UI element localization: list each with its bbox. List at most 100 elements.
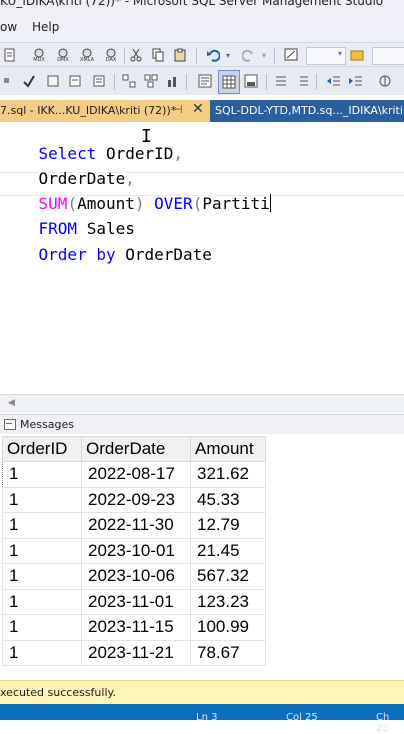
grid-cell[interactable]: 321.62 [190,461,266,488]
grid-cell[interactable]: 1 [2,486,82,513]
grid-cell[interactable]: 2023-10-06 [81,563,191,590]
sql-editor-toolbar [0,66,404,95]
redo-icon[interactable] [240,46,258,64]
paste-icon[interactable] [172,46,188,64]
undo-dropdown-icon[interactable]: ▾ [224,46,232,64]
tab-label: SQL-DDL-YTD,MTD.sq..._IDIKA\kriti ( [215,104,404,117]
grid-cell[interactable]: 2023-11-21 [81,639,191,666]
intellisense-icon[interactable] [120,72,138,90]
grid-cell[interactable]: 2022-09-23 [81,486,191,513]
code-token: Order by [38,245,116,264]
text-caret [269,194,271,212]
menu-bar: ow Help [0,12,404,42]
tab-messages-label: Messages [20,418,74,431]
table-row: 1 2022-09-23 45.33 [2,486,266,513]
tab-label: 7.sql - IKK...KU_IDIKA\kriti (72))* [0,104,177,117]
dmx-icon[interactable]: DMX [52,45,74,65]
redo-dropdown-icon[interactable]: ▾ [260,46,268,64]
mdx-icon[interactable]: MDX [28,45,50,65]
grid-cell[interactable]: 78.67 [190,639,266,666]
grip-icon [2,72,12,90]
results-to-text-icon[interactable] [196,72,214,90]
close-icon[interactable]: ✕ [192,101,204,117]
table-row: 1 2023-11-21 78.67 [2,639,266,666]
tab-active-query[interactable]: 7.sql - IKK...KU_IDIKA\kriti (72))* ⊣ ✕ [0,100,210,122]
grid-cell[interactable]: 21.45 [190,537,266,564]
table-row: 1 2022-08-17 321.62 [2,461,266,488]
menu-help[interactable]: Help [32,20,59,34]
object-explorer-icon[interactable] [282,46,300,64]
column-header-orderdate[interactable]: OrderDate [81,436,191,462]
query-options-icon[interactable] [90,72,108,90]
find-input[interactable] [372,47,404,65]
pin-icon[interactable]: ⊣ [173,103,183,116]
scroll-left-icon[interactable]: ◀ [8,398,15,408]
text-cursor-icon: I [141,126,152,147]
dax-icon[interactable]: DAX [100,45,122,65]
results-grid[interactable]: OrderID OrderDate Amount 1 2022-08-17 32… [0,434,404,680]
grid-cell[interactable]: 123.23 [190,588,266,615]
grid-cell[interactable]: 2023-11-01 [81,588,191,615]
toolbar-separator [114,74,115,90]
grid-cell[interactable]: 1 [2,537,82,564]
code-token: OrderDate [115,245,212,264]
decrease-indent-icon[interactable] [324,72,342,90]
increase-indent-icon[interactable] [346,72,364,90]
grid-cell[interactable]: 567.32 [190,563,266,590]
parse-icon[interactable] [20,72,38,90]
toolbar-dropdown[interactable]: ▾ [306,47,346,65]
results-to-file-icon[interactable] [242,72,260,90]
copy-icon[interactable] [150,46,166,64]
code-token: ( [192,194,203,213]
stop-icon[interactable] [44,72,62,90]
grid-cell[interactable]: 1 [2,461,82,488]
grid-cell[interactable]: 1 [2,588,82,615]
code-token: ) [134,194,145,213]
uncomment-icon[interactable] [294,72,312,90]
messages-icon [4,419,16,430]
toolbar-separator [124,48,125,64]
toolbar-separator [316,74,317,90]
code-token: OVER [144,194,193,213]
grid-cell[interactable]: 1 [2,614,82,641]
grid-cell[interactable]: 2023-10-01 [81,537,191,564]
find-icon[interactable] [348,46,366,64]
results-to-grid-icon[interactable] [218,70,240,94]
undo-icon[interactable] [204,46,222,64]
results-tab-strip: Messages [0,414,404,435]
status-message: xecuted successfully. [0,686,116,699]
new-query-icon[interactable] [2,46,18,64]
grid-cell[interactable]: 2022-11-30 [81,512,191,539]
comment-icon[interactable] [272,72,290,90]
column-header-orderid[interactable]: OrderID [2,436,82,462]
table-row: 1 2023-11-15 100.99 [2,614,266,641]
client-statistics-icon[interactable] [164,72,182,90]
horizontal-scrollbar[interactable]: ◀ [0,394,404,413]
cut-icon[interactable] [128,46,144,64]
table-row: 1 2023-10-06 567.32 [2,563,266,590]
grid-cell[interactable]: 2022-08-17 [81,461,191,488]
grid-cell[interactable]: 1 [2,639,82,666]
grid-cell[interactable]: 2023-11-15 [81,614,191,641]
tab-sql-ddl[interactable]: SQL-DDL-YTD,MTD.sq..._IDIKA\kriti ( [210,100,404,122]
column-header-amount[interactable]: Amount [190,436,266,462]
grid-cell[interactable]: 1 [2,563,82,590]
code-token: , [173,144,184,163]
toolbar-separator [274,48,275,64]
xmla-icon[interactable]: XMLA [76,45,98,65]
window-title: KU_IDIKA\kriti (72))* - Microsoft SQL Se… [0,0,384,8]
display-plan-icon[interactable] [66,72,84,90]
query-editor[interactable]: Select OrderID, I OrderDate, SUM(Amount)… [0,122,404,394]
specify-values-icon[interactable] [376,72,394,90]
grid-cell[interactable]: 45.33 [190,486,266,513]
grid-cell[interactable]: 1 [2,512,82,539]
grid-cell[interactable]: 12.79 [190,512,266,539]
grid-cell[interactable]: 100.99 [190,614,266,641]
tab-messages[interactable]: Messages [4,418,74,431]
menu-window[interactable]: ow [0,20,17,34]
toolbar-separator [196,48,197,64]
char-indicator: Ch 25 [376,712,390,734]
app-status-bar: Ln 3 Col 25 Ch 25 [0,704,404,734]
query-status-bar: xecuted successfully. [0,680,404,705]
include-plan-icon[interactable] [142,72,160,90]
